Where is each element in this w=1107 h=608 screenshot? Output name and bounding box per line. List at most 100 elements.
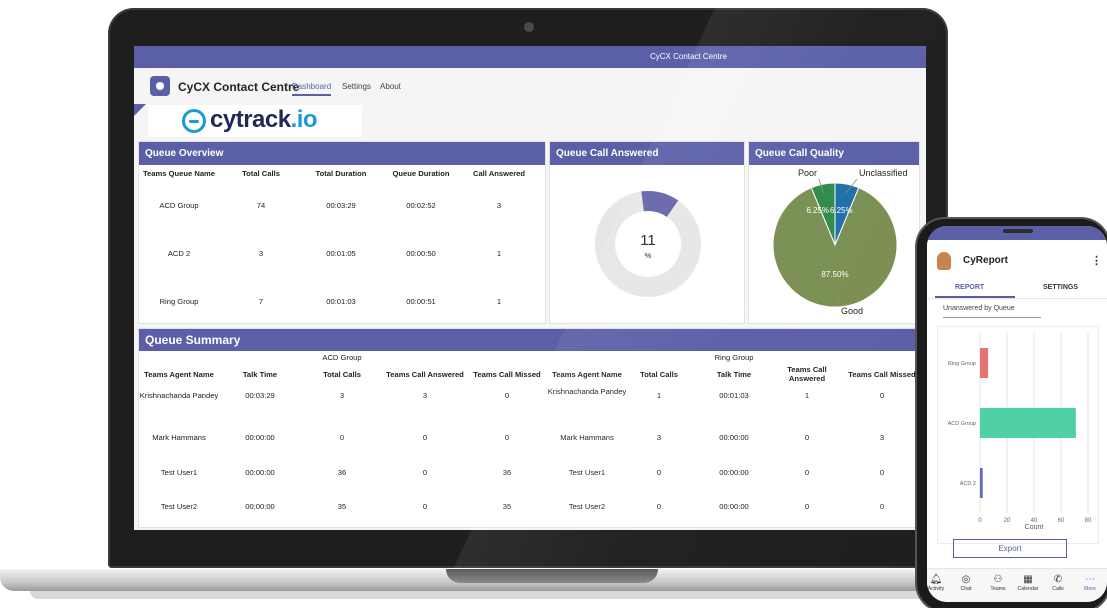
table-cell: 0 (804, 502, 810, 511)
x-tick-label: 80 (1085, 518, 1092, 524)
table-cell: 00:00:50 (406, 249, 436, 258)
table-cell: Test User1 (160, 468, 198, 477)
table-cell: 0 (504, 433, 510, 442)
table-cell: 35 (502, 502, 512, 511)
x-tick-label: 60 (1058, 518, 1065, 524)
cytrack-logo-icon (182, 109, 206, 133)
pie-legend-label: Good (841, 306, 863, 316)
queue-call-answered-panel: Queue Call Answered 11 % (549, 141, 745, 324)
col-header: Total Calls (640, 370, 678, 379)
table-cell: 0 (504, 391, 510, 400)
window-title: CyCX Contact Centre (650, 52, 727, 61)
laptop-shadow (30, 591, 1070, 599)
queue-call-quality-title: Queue Call Quality (749, 142, 919, 165)
tab-report[interactable]: REPORT (955, 284, 984, 291)
pie-slice-pct: 6.25% (830, 206, 853, 215)
table-cell: 00:03:29 (326, 201, 356, 210)
table-cell: 36 (337, 468, 347, 477)
pie-legend-label: Unclassified (859, 168, 908, 178)
table-cell: 0 (879, 468, 885, 477)
table-cell: Krishnachanda Pandey (547, 387, 627, 396)
table-cell: 0 (339, 433, 345, 442)
col-header: Teams Call Answered (386, 370, 464, 379)
table-cell: 0 (422, 433, 428, 442)
bell-icon: 🔔︎ (929, 574, 943, 585)
nav-label: Calendar (1017, 586, 1039, 592)
laptop-screen: CyCX Contact Centre CyCX Contact Centre … (134, 46, 926, 530)
table-cell: 00:00:00 (245, 502, 275, 511)
table-cell: Mark Hammans (152, 433, 206, 442)
table-cell: 35 (337, 502, 347, 511)
table-cell: 00:03:29 (245, 391, 275, 400)
table-cell: 0 (879, 502, 885, 511)
phone-app-title: CyReport (963, 255, 1009, 266)
col-header: Teams Agent Name (552, 370, 622, 379)
table-cell: 00:01:03 (719, 391, 749, 400)
table-cell: Test User2 (160, 502, 198, 511)
donut-unit: % (645, 251, 652, 260)
table-cell: 0 (879, 391, 885, 400)
phone-bottom-nav: 🔔︎ Activity ◎ Chat ⚇ Teams ▦ Calendar ✆ Calls… (927, 568, 1107, 602)
table-cell: 00:01:05 (326, 249, 356, 258)
col-header: Teams Queue Name (142, 169, 216, 178)
table-cell: 00:00:00 (719, 468, 749, 477)
phone-screen: CyReport ⋮ REPORT SETTINGS Unanswered by… (927, 226, 1107, 602)
laptop-camera (524, 22, 534, 32)
table-cell: 0 (804, 468, 810, 477)
nav-activity[interactable]: 🔔︎ Activity (927, 573, 951, 592)
table-cell: ACD 2 (167, 249, 191, 258)
nav-chat[interactable]: ◎ Chat (951, 573, 981, 592)
phone-speaker (1003, 229, 1033, 233)
nav-label: More (1084, 586, 1096, 592)
col-header: Talk Time (716, 370, 752, 379)
table-cell: 00:00:00 (719, 433, 749, 442)
table-cell: 1 (496, 249, 502, 258)
bar (980, 348, 989, 378)
table-cell: Test User1 (568, 468, 606, 477)
table-cell: 00:00:00 (245, 433, 275, 442)
table-cell: 00:02:52 (406, 201, 436, 210)
table-cell: 1 (804, 391, 810, 400)
queue-summary-panel: Queue Summary ACD Group Ring Group Teams… (138, 328, 920, 528)
app-name: CyCX Contact Centre (178, 80, 300, 94)
queue-overview-panel: Queue Overview Teams Queue Name Total Ca… (138, 141, 546, 324)
tab-dashboard[interactable]: Dashboard (292, 82, 332, 96)
tab-about[interactable]: About (380, 82, 401, 91)
chat-icon: ◎ (961, 574, 971, 585)
y-tick-label: ACD 2 (960, 481, 976, 487)
x-tick-label: 20 (1004, 518, 1011, 524)
nav-more[interactable]: ⋯ More (1075, 573, 1105, 592)
nav-calendar[interactable]: ▦ Calendar (1013, 573, 1043, 592)
quality-pie-chart: Poor Unclassified Good 6.25% 6.25% 87.50… (772, 168, 908, 316)
phone-app-header: CyReport ⋮ (927, 240, 1107, 280)
col-header: Teams Call Answered (787, 365, 827, 383)
nav-label: Teams (990, 586, 1006, 592)
tab-settings[interactable]: SETTINGS (1043, 284, 1078, 291)
donut-value: 11 (640, 232, 656, 249)
app-header: CyCX Contact Centre Dashboard Settings A… (134, 68, 926, 106)
nav-calls[interactable]: ✆ Calls (1043, 573, 1073, 592)
more-options-icon[interactable]: ⋮ (1091, 254, 1102, 267)
queue-summary-title: Queue Summary (139, 329, 919, 351)
table-cell: 1 (496, 297, 502, 306)
report-dropdown[interactable]: Unanswered by Queue (943, 302, 1041, 318)
nav-label: Calls (1052, 586, 1064, 592)
table-cell: 0 (656, 468, 662, 477)
brand-prefix: cytrack (210, 106, 291, 133)
nav-teams[interactable]: ⚇ Teams (983, 573, 1013, 592)
table-cell: 7 (258, 297, 264, 306)
app-logo-icon (150, 76, 170, 96)
col-header: Teams Call Missed (848, 370, 916, 379)
table-cell: 36 (502, 468, 512, 477)
table-cell: Mark Hammans (560, 433, 614, 442)
avatar[interactable] (937, 252, 951, 270)
window-titlebar: CyCX Contact Centre (134, 46, 926, 68)
x-axis-label: Count (1025, 524, 1044, 531)
nav-label: Activity (927, 586, 945, 592)
bar (980, 408, 1076, 438)
col-header: Teams Agent Name (144, 370, 214, 379)
unanswered-chart: 0 20 40 60 80 Count Ring Group ACD Group ACD 2 (937, 326, 1099, 544)
export-button[interactable]: Export (953, 539, 1067, 558)
tab-settings[interactable]: Settings (342, 82, 371, 91)
col-header: Total Calls (323, 370, 361, 379)
